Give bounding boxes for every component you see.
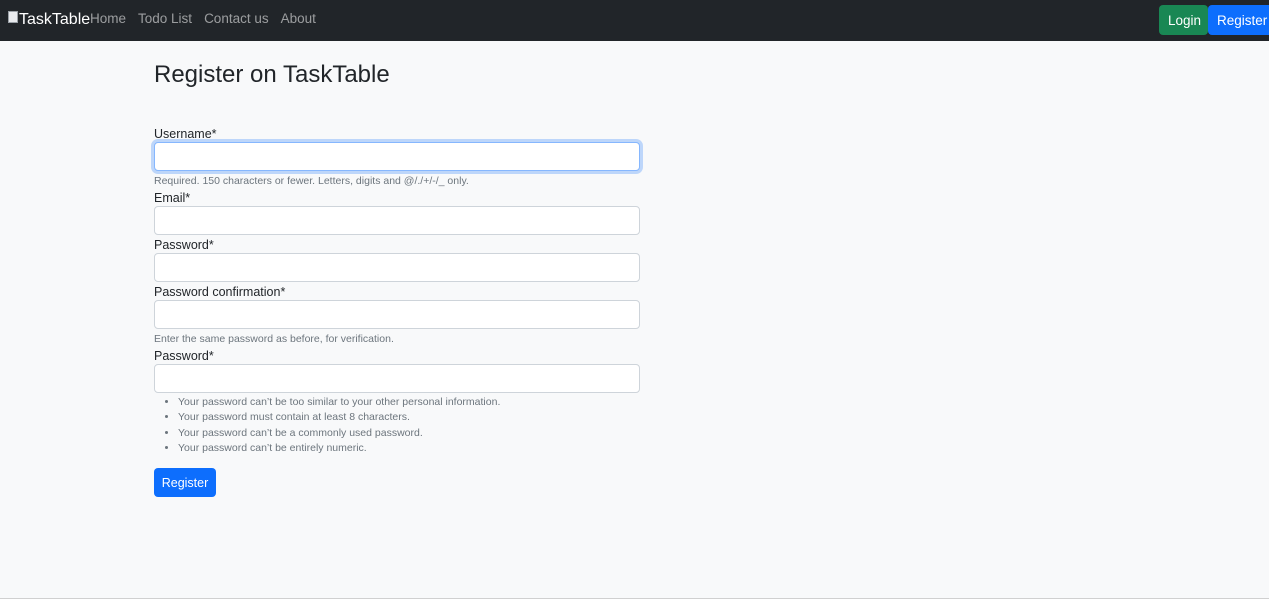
broken-image-icon — [8, 11, 18, 23]
page-title: Register on TaskTable — [154, 61, 390, 88]
email-input[interactable] — [154, 206, 640, 235]
username-label: Username* — [154, 127, 217, 141]
navbar: TaskTable Home Todo List Contact us Abou… — [0, 0, 1269, 41]
password2-label: Password* — [154, 349, 214, 363]
password-rules-list: Your password can’t be too similar to yo… — [154, 395, 640, 456]
nav-auth-buttons: Login Register — [1159, 5, 1269, 35]
password-confirmation-input[interactable] — [154, 300, 640, 329]
password-confirmation-help-text: Enter the same password as before, for v… — [154, 333, 394, 345]
login-button[interactable]: Login — [1159, 5, 1208, 35]
password-input[interactable] — [154, 253, 640, 282]
brand-name: TaskTable — [19, 11, 91, 28]
email-label: Email* — [154, 191, 191, 205]
password-label: Password* — [154, 238, 214, 252]
brand-logo-link[interactable]: TaskTable — [8, 10, 90, 30]
nav-link-about[interactable]: About — [281, 11, 316, 26]
username-input[interactable] — [154, 142, 640, 171]
nav-link-contact-us[interactable]: Contact us — [204, 11, 269, 26]
register-nav-button[interactable]: Register — [1208, 5, 1269, 35]
register-submit-button[interactable]: Register — [154, 468, 216, 498]
register-form-container: Register on TaskTable Username* Required… — [154, 41, 640, 498]
password-confirmation-label: Password confirmation* — [154, 285, 286, 299]
password-rule-item: Your password can’t be too similar to yo… — [178, 395, 640, 410]
register-form: Username* Required. 150 characters or fe… — [154, 126, 640, 498]
password2-input[interactable] — [154, 364, 640, 393]
nav-link-todo-list[interactable]: Todo List — [138, 11, 192, 26]
nav-links: Home Todo List Contact us About — [90, 11, 316, 26]
username-help-text: Required. 150 characters or fewer. Lette… — [154, 175, 469, 187]
password-rule-item: Your password can’t be a commonly used p… — [178, 426, 640, 441]
password-rule-item: Your password can’t be entirely numeric. — [178, 441, 640, 456]
nav-link-home[interactable]: Home — [90, 11, 126, 26]
password-rule-item: Your password must contain at least 8 ch… — [178, 410, 640, 425]
